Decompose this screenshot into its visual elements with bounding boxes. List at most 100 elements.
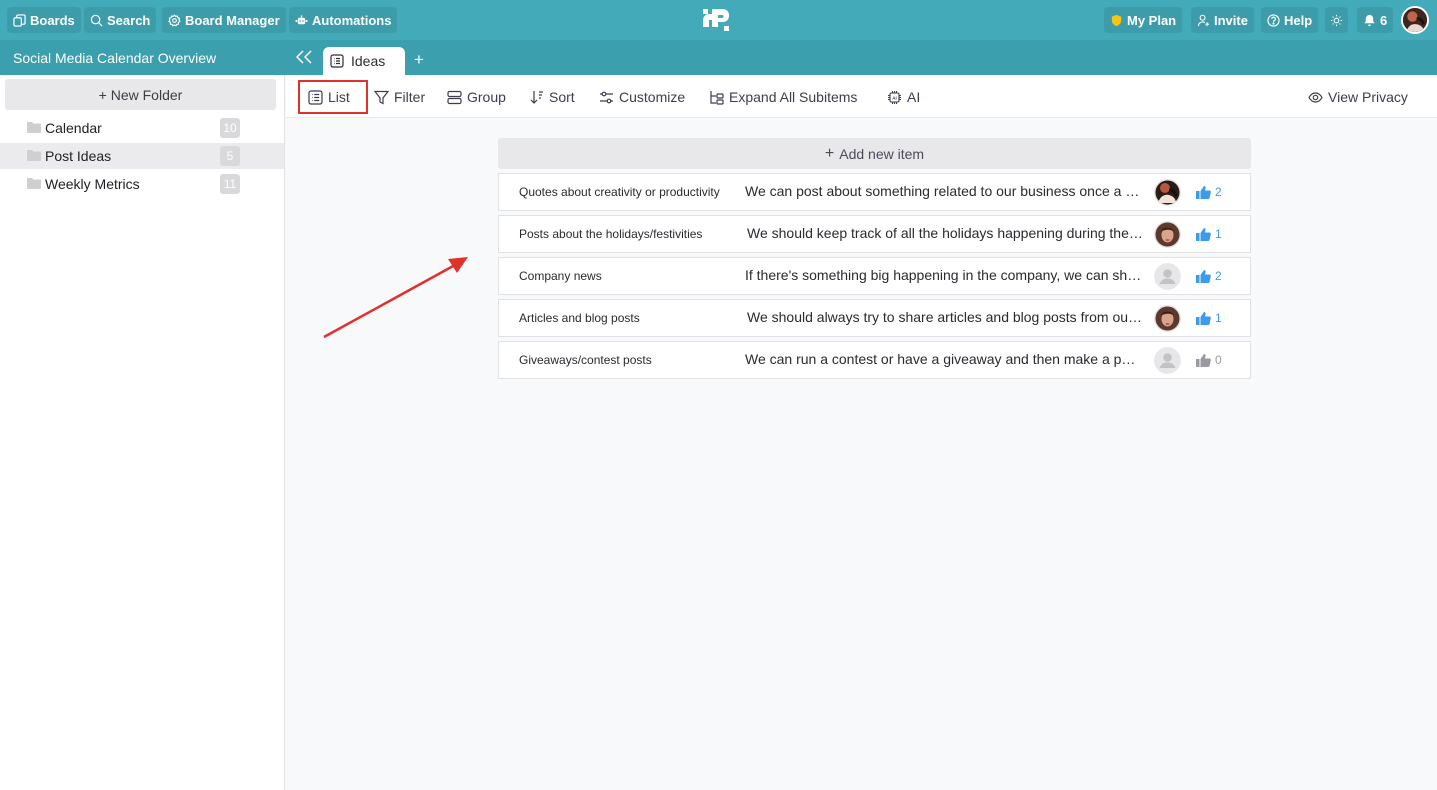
help-button[interactable]: Help [1261, 7, 1319, 33]
like-button[interactable]: 0 [1196, 353, 1222, 367]
help-icon [1267, 13, 1280, 27]
collapse-sidebar-icon[interactable] [295, 50, 313, 64]
annotation-highlight-box [298, 80, 368, 114]
boards-label: Boards [30, 12, 75, 28]
gear-icon [168, 13, 181, 27]
item-title: Company news [519, 269, 602, 283]
list-item[interactable]: Posts about the holidays/festivities We s… [498, 215, 1251, 253]
thumbs-up-icon [1196, 270, 1211, 283]
thumbs-up-icon [1196, 312, 1211, 325]
list-item[interactable]: Giveaways/contest posts We can run a cont… [498, 341, 1251, 379]
invite-label: Invite [1214, 12, 1248, 28]
list-item[interactable]: Quotes about creativity or productivity W… [498, 173, 1251, 211]
user-avatar[interactable] [1401, 6, 1429, 34]
list-item[interactable]: Articles and blog posts We should always … [498, 299, 1251, 337]
sidebar: + New Folder Calendar 10 Post Ideas 5 We… [0, 75, 285, 790]
app-logo[interactable] [703, 7, 731, 33]
group-button[interactable]: Group [447, 87, 506, 107]
sidebar-item-weekly-metrics[interactable]: Weekly Metrics 11 [0, 171, 284, 197]
automations-label: Automations [312, 12, 392, 28]
my-plan-button[interactable]: My Plan [1104, 7, 1183, 33]
bell-icon [1364, 14, 1375, 26]
item-title: Posts about the holidays/festivities [519, 227, 703, 241]
customize-icon [600, 91, 613, 103]
item-title: Giveaways/contest posts [519, 353, 652, 367]
folder-name: Post Ideas [45, 148, 112, 164]
board-title: Social Media Calendar Overview [13, 50, 217, 66]
customize-button[interactable]: Customize [599, 87, 685, 107]
sidebar-item-calendar[interactable]: Calendar 10 [0, 115, 284, 141]
search-label: Search [107, 12, 151, 28]
list-item[interactable]: Company news If there's something big hap… [498, 257, 1251, 295]
invite-button[interactable]: Invite [1191, 7, 1254, 33]
user-placeholder-icon [1154, 347, 1181, 374]
folder-count: 5 [220, 146, 240, 166]
boards-icon [13, 13, 26, 27]
like-count: 2 [1215, 185, 1222, 199]
add-user-icon [1197, 14, 1210, 26]
item-description: We can post about something related to o… [745, 183, 1143, 199]
user-photo [1403, 8, 1427, 32]
like-button[interactable]: 2 [1196, 185, 1222, 199]
user-photo [1154, 179, 1181, 206]
theme-toggle-button[interactable] [1325, 7, 1348, 33]
automations-button[interactable]: Automations [289, 7, 398, 33]
like-button[interactable]: 2 [1196, 269, 1222, 283]
boards-button[interactable]: Boards [7, 7, 81, 33]
view-privacy-label: View Privacy [1328, 89, 1408, 105]
user-photo [1154, 221, 1181, 248]
eye-icon [1308, 91, 1323, 103]
help-label: Help [1284, 12, 1313, 28]
assignee-avatar[interactable] [1154, 305, 1181, 332]
item-description: We can run a contest or have a giveaway … [745, 351, 1143, 367]
top-bar: Boards Search Board Manager Automations … [0, 0, 1437, 40]
user-photo [1154, 305, 1181, 332]
tab-ideas[interactable]: Ideas [323, 47, 405, 75]
ai-chip-icon: AI [888, 90, 901, 104]
plus-icon: + [824, 144, 835, 162]
new-folder-button[interactable]: + New Folder [5, 79, 276, 110]
ai-label: AI [907, 89, 921, 105]
assignee-avatar[interactable] [1154, 221, 1181, 248]
add-tab-button[interactable]: + [414, 50, 424, 70]
sort-button[interactable]: Sort [529, 87, 575, 107]
thumbs-up-icon [1196, 228, 1211, 241]
item-title: Quotes about creativity or productivity [519, 185, 720, 199]
board-header: Social Media Calendar Overview Ideas + [0, 40, 1437, 75]
filter-button[interactable]: Filter [374, 87, 425, 107]
filter-icon [374, 90, 389, 104]
folder-name: Calendar [45, 120, 102, 136]
my-plan-label: My Plan [1127, 12, 1177, 28]
svg-text:AI: AI [892, 95, 897, 100]
search-button[interactable]: Search [84, 7, 157, 33]
annotation-arrow [323, 257, 468, 339]
notifications-button[interactable]: 6 [1357, 7, 1394, 33]
item-title: Articles and blog posts [519, 311, 640, 325]
board-manager-label: Board Manager [185, 12, 280, 28]
customize-label: Customize [619, 89, 686, 105]
like-button[interactable]: 1 [1196, 311, 1222, 325]
subitems-icon [710, 90, 724, 105]
board-manager-button[interactable]: Board Manager [162, 7, 286, 33]
expand-all-subitems-button[interactable]: Expand All Subitems [709, 87, 857, 107]
sort-label: Sort [549, 89, 575, 105]
thumbs-up-icon [1196, 354, 1211, 367]
like-count: 2 [1215, 269, 1222, 283]
folder-icon [27, 122, 41, 133]
sort-icon [530, 90, 543, 104]
search-icon [90, 14, 103, 26]
view-privacy-button[interactable]: View Privacy [1308, 87, 1408, 107]
assignee-avatar[interactable] [1154, 179, 1181, 206]
add-new-item-button[interactable]: + Add new item [498, 138, 1251, 169]
ai-button[interactable]: AI AI [887, 87, 920, 107]
filter-label: Filter [394, 89, 426, 105]
sidebar-item-post-ideas[interactable]: Post Ideas 5 [0, 143, 284, 169]
shield-icon [1111, 14, 1122, 26]
folder-icon [27, 150, 41, 161]
assignee-avatar[interactable] [1154, 263, 1181, 290]
group-icon [447, 90, 462, 104]
assignee-avatar[interactable] [1154, 347, 1181, 374]
like-button[interactable]: 1 [1196, 227, 1222, 241]
item-description: If there's something big happening in th… [745, 267, 1143, 283]
add-item-label: Add new item [839, 145, 925, 162]
